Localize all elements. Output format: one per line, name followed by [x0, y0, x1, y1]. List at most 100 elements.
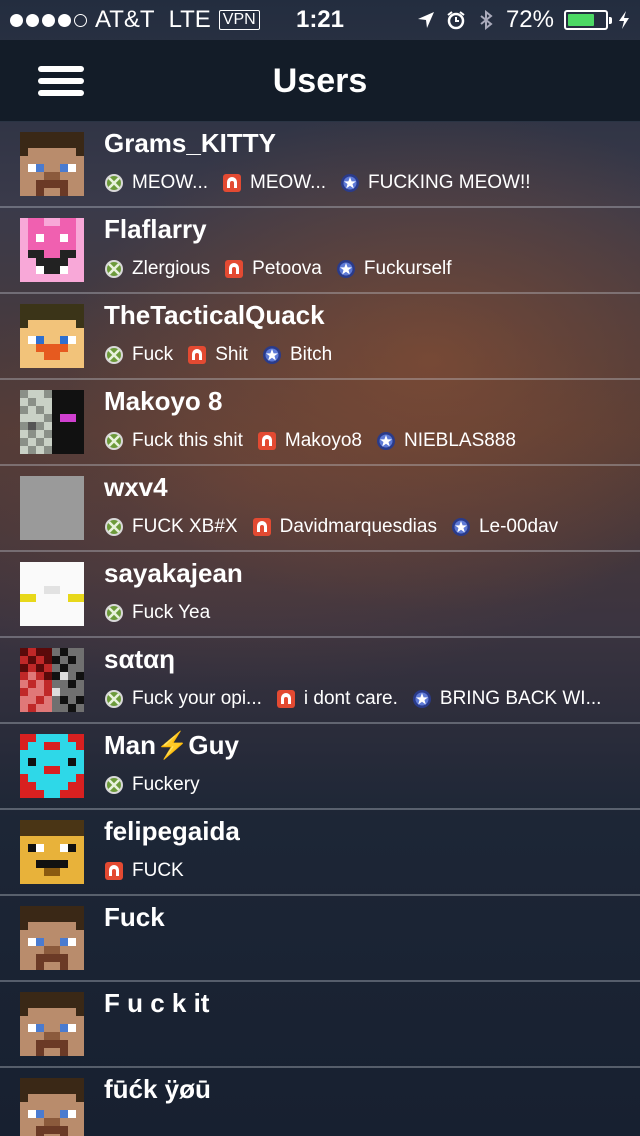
nintendo-network-icon	[224, 259, 244, 279]
avatar	[20, 648, 84, 712]
user-row[interactable]: sαtαη Fuck your opi... i dont care. BRING B…	[0, 638, 640, 724]
nintendo-network-icon	[257, 431, 277, 451]
handle-text: FUCK	[132, 860, 184, 881]
user-list: Grams_KITTY MEOW... MEOW... FUCKING MEOW!! F…	[0, 122, 640, 1136]
status-right: 72%	[416, 0, 630, 40]
avatar	[20, 1078, 84, 1136]
avatar	[20, 390, 84, 454]
user-name: sayakajean	[104, 558, 243, 588]
avatar	[20, 734, 84, 798]
user-name: fūćk ÿøū	[104, 1074, 211, 1104]
handle-text: Le-00dav	[478, 516, 559, 537]
psn-icon	[451, 517, 471, 537]
handle-text: Fuck this shit	[132, 430, 243, 451]
psn-icon	[336, 259, 356, 279]
avatar	[20, 906, 84, 970]
handle-nintendo: Davidmarquesdias	[252, 516, 437, 538]
handle-text: BRING BACK WI...	[439, 688, 602, 709]
handle-nintendo: Shit	[187, 344, 248, 366]
handle-text: NIEBLAS888	[403, 430, 516, 451]
psn-icon	[412, 689, 432, 709]
platform-handles: Zlergious Petoova Fuckurself	[104, 258, 452, 280]
battery-percent: 72%	[505, 6, 554, 33]
alarm-clock-icon	[446, 10, 466, 30]
nintendo-network-icon	[276, 689, 296, 709]
handle-text: Davidmarquesdias	[279, 516, 437, 537]
platform-handles: MEOW... MEOW... FUCKING MEOW!!	[104, 172, 531, 194]
xbox-icon	[104, 603, 124, 623]
handle-xbox: Zlergious	[104, 258, 210, 280]
user-name: Makoyo 8	[104, 386, 223, 416]
psn-icon	[340, 173, 360, 193]
psn-icon	[262, 345, 282, 365]
handle-text: FUCKING MEOW!!	[368, 172, 531, 193]
handle-text: Fuckurself	[363, 258, 452, 279]
charging-bolt-icon	[618, 10, 630, 30]
avatar	[20, 218, 84, 282]
handle-psn: BRING BACK WI...	[412, 688, 602, 710]
avatar	[20, 562, 84, 626]
xbox-icon	[104, 431, 124, 451]
user-row[interactable]: TheTacticalQuack Fuck Shit Bitch	[0, 294, 640, 380]
user-name: Man⚡Guy	[104, 730, 239, 760]
user-row[interactable]: wxv4 FUCK XB#X Davidmarquesdias Le-00dav	[0, 466, 640, 552]
user-row[interactable]: Fuck	[0, 896, 640, 982]
platform-handles: FUCK	[104, 860, 184, 882]
nintendo-network-icon	[187, 345, 207, 365]
nintendo-network-icon	[104, 861, 124, 881]
handle-psn: NIEBLAS888	[376, 430, 516, 452]
user-row[interactable]: F u c k it	[0, 982, 640, 1068]
user-name: Fuck	[104, 902, 165, 932]
user-name: TheTacticalQuack	[104, 300, 325, 330]
user-row[interactable]: Flaflarry Zlergious Petoova Fuckurself	[0, 208, 640, 294]
user-row[interactable]: sayakajean Fuck Yea	[0, 552, 640, 638]
handle-text: FUCK XB#X	[132, 516, 238, 537]
handle-xbox: Fuckery	[104, 774, 200, 796]
avatar	[20, 820, 84, 884]
user-row[interactable]: fūćk ÿøū	[0, 1068, 640, 1136]
platform-handles: FUCK XB#X Davidmarquesdias Le-00dav	[104, 516, 558, 538]
psn-icon	[376, 431, 396, 451]
avatar	[20, 476, 84, 540]
handle-text: i dont care.	[303, 688, 398, 709]
location-arrow-icon	[416, 10, 436, 30]
status-bar: AT&T LTE VPN 1:21 72%	[0, 0, 640, 40]
avatar	[20, 992, 84, 1056]
user-name: F u c k it	[104, 988, 210, 1018]
handle-text: MEOW...	[250, 172, 326, 193]
xbox-icon	[104, 689, 124, 709]
user-row[interactable]: Makoyo 8 Fuck this shit Makoyo8 NIEBLAS888	[0, 380, 640, 466]
nintendo-network-icon	[252, 517, 272, 537]
avatar	[20, 304, 84, 368]
platform-handles: Fuck your opi... i dont care. BRING BACK W…	[104, 688, 601, 710]
handle-nintendo: MEOW...	[222, 172, 326, 194]
xbox-icon	[104, 259, 124, 279]
xbox-icon	[104, 775, 124, 795]
handle-nintendo: i dont care.	[276, 688, 398, 710]
user-name: Flaflarry	[104, 214, 207, 244]
handle-xbox: Fuck	[104, 344, 173, 366]
nintendo-network-icon	[222, 173, 242, 193]
handle-text: Bitch	[289, 344, 333, 365]
handle-text: Fuck Yea	[132, 602, 211, 623]
handle-xbox: Fuck this shit	[104, 430, 243, 452]
handle-psn: Le-00dav	[451, 516, 558, 538]
xbox-icon	[104, 345, 124, 365]
platform-handles: Fuck this shit Makoyo8 NIEBLAS888	[104, 430, 516, 452]
handle-text: Fuck	[132, 344, 174, 365]
user-row[interactable]: felipegaida FUCK	[0, 810, 640, 896]
handle-psn: Fuckurself	[336, 258, 452, 280]
handle-xbox: FUCK XB#X	[104, 516, 238, 538]
user-name: Grams_KITTY	[104, 128, 276, 158]
user-name: sαtαη	[104, 644, 175, 674]
handle-text: Petoova	[252, 258, 322, 279]
handle-nintendo: Makoyo8	[257, 430, 362, 452]
xbox-icon	[104, 173, 124, 193]
battery-icon	[564, 10, 612, 30]
user-row[interactable]: Man⚡Guy Fuckery	[0, 724, 640, 810]
user-row[interactable]: Grams_KITTY MEOW... MEOW... FUCKING MEOW!!	[0, 122, 640, 208]
handle-psn: FUCKING MEOW!!	[340, 172, 531, 194]
handle-xbox: MEOW...	[104, 172, 208, 194]
page-title: Users	[272, 62, 368, 100]
user-name: wxv4	[104, 472, 168, 502]
